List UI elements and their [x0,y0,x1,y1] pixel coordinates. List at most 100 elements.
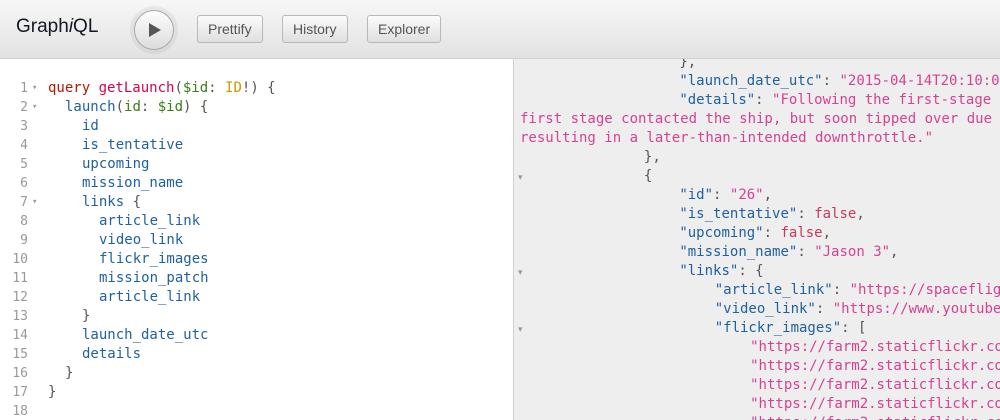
editor-line[interactable]: 9 video_link [0,231,513,250]
code-text: mission_name [82,174,183,193]
editor-line[interactable]: 18 [0,402,513,420]
code-token: ( [115,99,125,115]
editor-line[interactable]: 16} [0,364,513,383]
editor-line[interactable]: 7 ▾ links { [0,193,513,212]
editor-line[interactable]: 1 ▾ query getLaunch($id: ID!) { [0,79,513,98]
result-fold-icon[interactable]: ▾ [518,172,523,183]
editor-line[interactable]: 4 is_tentative [0,136,513,155]
code-token: ID [225,80,242,96]
fold-toggle-icon[interactable]: ▾ [32,98,37,117]
line-number: 12 [12,290,28,305]
line-number: 6 [20,176,28,191]
code-token: $id [157,99,184,115]
editor-line[interactable]: 14 launch_date_utc [0,326,513,345]
code-text: details [82,345,141,364]
result-token: { [643,168,653,184]
result-token: false [814,206,857,222]
code-text: is_tentative [82,136,183,155]
editor-line[interactable]: 2 ▾ launch(id: $id) { [0,98,513,117]
code-token: article_link [99,289,201,305]
result-line: "id": "26", [679,186,1000,205]
fold-toggle-icon[interactable]: ▾ [32,193,37,212]
editor-line[interactable]: 12 article_link [0,288,513,307]
result-token: "2015-04-14T20:10:00.000Z" [839,73,1000,89]
code-token: : [208,80,226,96]
code-text: flickr_images [99,250,209,269]
result-line: "https://farm2.staticflickr.com/1460/243… [750,338,1000,357]
result-token: "https://farm2.staticflickr.com/1622/241… [750,396,1000,412]
result-token: "mission_name" [679,244,798,260]
result-fold-icon[interactable]: ▾ [518,324,523,335]
line-number: 16 [12,366,28,381]
result-token: "upcoming" [679,225,764,241]
code-token: ) { [183,99,209,115]
result-line: "https://farm2.staticflickr.com/1618/241… [750,376,1000,395]
execute-query-button[interactable] [134,10,174,50]
code-token: details [82,346,142,362]
result-line: { [644,167,1000,186]
result-line: "launch_date_utc": "2015-04-14T20:10:00.… [679,72,1000,91]
code-token: mission_name [82,175,184,191]
line-number: 17 [12,385,28,400]
code-text: launch_date_utc [82,326,208,345]
result-token: "Jason 3" [814,244,891,260]
result-token: "Following the first-stage boost, SpaceX… [772,92,1000,108]
line-number: 18 [12,404,28,419]
editor-line[interactable]: 5 upcoming [0,155,513,174]
code-token: $id [182,80,209,96]
result-token: , [890,244,899,260]
code-token: id [82,118,99,134]
line-number: 13 [12,309,28,324]
result-token: , [822,225,832,241]
code-text: article_link [99,288,200,307]
code-token: launch_date_utc [82,327,209,343]
code-token: id [124,99,141,115]
code-token: query [48,80,99,96]
result-line: "is_tentative": false, [679,205,1000,224]
editor-line[interactable]: 8 article_link [0,212,513,231]
editor-line[interactable]: 15 details [0,345,513,364]
toolbar: GraphiQL Prettify History Explorer [0,0,1000,59]
code-text: mission_patch [99,269,209,288]
result-fold-icon[interactable]: ▾ [518,267,523,278]
editor-line[interactable]: 6 mission_name [0,174,513,193]
explorer-button[interactable]: Explorer [367,15,442,43]
prettify-button[interactable]: Prettify [197,15,263,43]
result-token: , [763,187,773,203]
result-token: resulting in a later-than-intended downt… [520,130,934,146]
result-token: first stage contacted the ship, but soon… [520,111,993,127]
editor-line[interactable]: 10 flickr_images [0,250,513,269]
editor-line[interactable]: 17} [0,383,513,402]
result-line: first stage contacted the ship, but soon… [520,110,1000,129]
fold-toggle-icon[interactable]: ▾ [32,79,37,98]
line-number: 1 [20,81,28,96]
result-line: "links": { [679,262,1000,281]
result-token: : [815,301,833,317]
result-token: : [763,225,781,241]
play-icon [149,23,161,37]
code-token: mission_patch [99,270,209,286]
line-number: 15 [12,347,28,362]
editor-line[interactable]: 13} [0,307,513,326]
code-token: } [65,365,74,381]
result-line: "https://farm2.staticflickr.com/1622/241… [750,395,1000,414]
line-number: 9 [20,233,28,248]
result-token: : { [738,263,764,279]
app-title-suffix: QL [73,16,99,37]
code-token: video_link [99,232,184,248]
code-token: ( [174,80,183,96]
result-token: : [797,244,815,260]
result-token: "flickr_images" [714,320,842,336]
line-number: 11 [12,271,28,286]
history-button[interactable]: History [282,15,348,43]
result-token: "video_link" [714,301,816,317]
code-text: upcoming [82,155,149,174]
code-text: launch(id: $id) { [65,98,208,117]
result-token: "https://farm2.staticflickr.com/1618/241… [750,377,1000,393]
app-title: GraphiQL [16,16,98,38]
line-number: 14 [12,328,28,343]
line-number: 10 [12,252,28,267]
query-editor[interactable]: 1 ▾ query getLaunch($id: ID!) {2 ▾ launch(id… [0,59,513,420]
editor-line[interactable]: 3 id [0,117,513,136]
editor-line[interactable]: 11 mission_patch [0,269,513,288]
